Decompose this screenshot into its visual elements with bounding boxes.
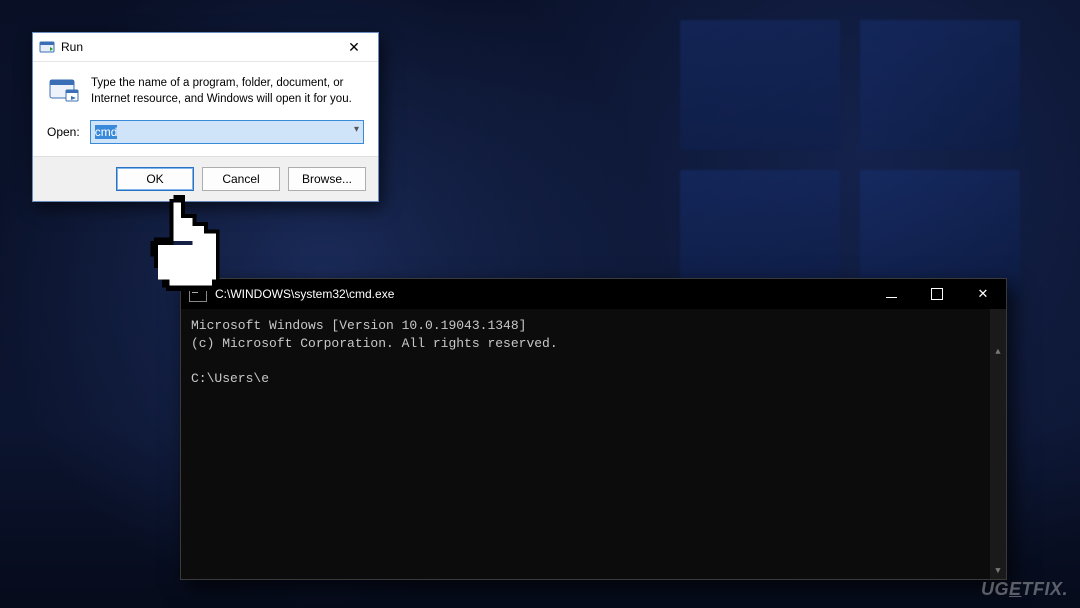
- run-dialog: Run ✕ Type the name of a program, folder…: [32, 32, 379, 202]
- run-titlebar[interactable]: Run ✕: [33, 33, 378, 62]
- cmd-output[interactable]: Microsoft Windows [Version 10.0.19043.13…: [181, 309, 1006, 579]
- cmd-scrollbar[interactable]: ▲ ▼: [990, 309, 1006, 579]
- cmd-line: Microsoft Windows [Version 10.0.19043.13…: [191, 318, 526, 333]
- open-combobox[interactable]: ▾: [90, 120, 364, 144]
- watermark: UGETFIX.: [981, 579, 1068, 600]
- open-label: Open:: [47, 125, 80, 139]
- cmd-titlebar[interactable]: C:\WINDOWS\system32\cmd.exe: [181, 279, 1006, 309]
- cmd-window: C:\WINDOWS\system32\cmd.exe Microsoft Wi…: [180, 278, 1007, 580]
- browse-button[interactable]: Browse...: [288, 167, 366, 191]
- run-title: Run: [61, 40, 334, 54]
- cmd-line: (c) Microsoft Corporation. All rights re…: [191, 336, 558, 351]
- chevron-down-icon[interactable]: ▾: [354, 124, 359, 135]
- close-button[interactable]: [960, 279, 1006, 309]
- scroll-down-icon[interactable]: ▼: [990, 563, 1006, 579]
- cmd-title: C:\WINDOWS\system32\cmd.exe: [215, 287, 868, 301]
- cancel-button[interactable]: Cancel: [202, 167, 280, 191]
- desktop: Run ✕ Type the name of a program, folder…: [0, 0, 1080, 608]
- windows-logo: [680, 20, 1030, 320]
- run-description: Type the name of a program, folder, docu…: [91, 76, 364, 110]
- minimize-button[interactable]: [868, 279, 914, 309]
- cmd-app-icon: [189, 286, 207, 302]
- scroll-up-icon[interactable]: ▲: [990, 344, 1006, 360]
- maximize-button[interactable]: [914, 279, 960, 309]
- cmd-line: C:\Users\e: [191, 371, 269, 386]
- run-app-icon: [39, 39, 55, 55]
- close-icon[interactable]: ✕: [334, 35, 374, 59]
- ok-button[interactable]: OK: [116, 167, 194, 191]
- open-input[interactable]: [91, 121, 363, 143]
- run-dialog-icon: [47, 76, 81, 110]
